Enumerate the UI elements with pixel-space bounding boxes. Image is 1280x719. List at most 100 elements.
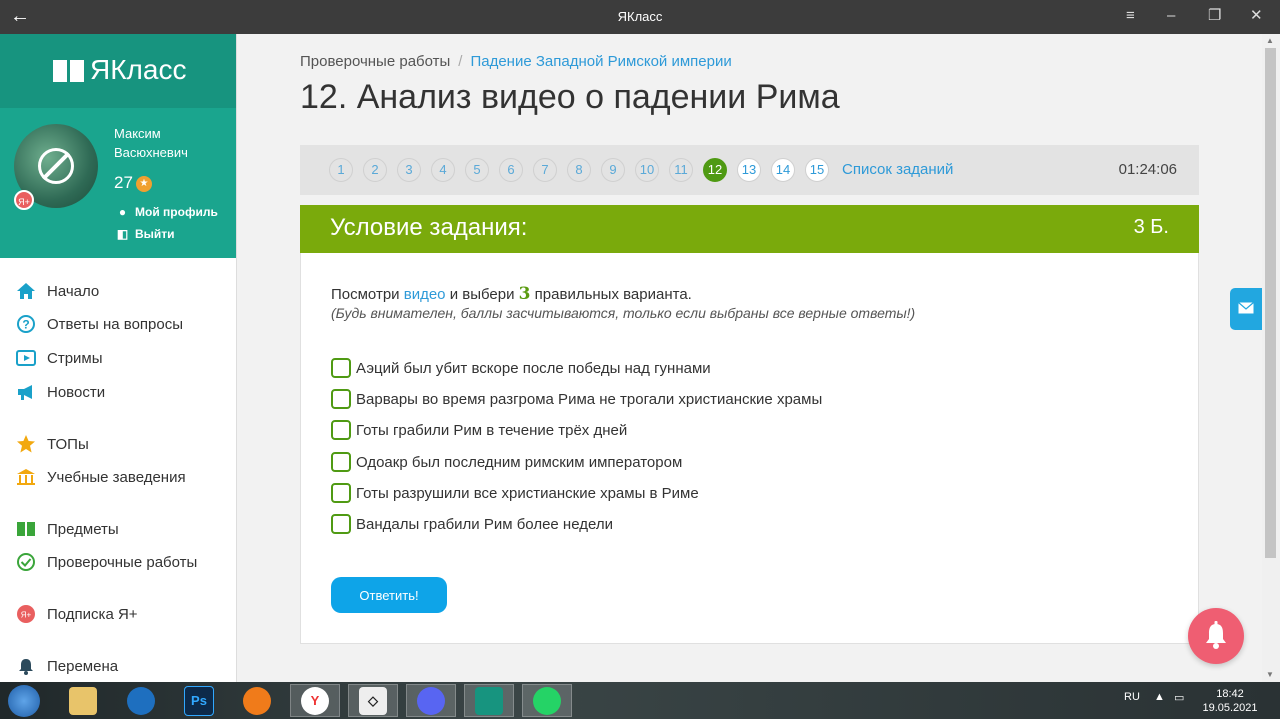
task-number-13[interactable]: 13 <box>737 158 761 182</box>
task-number-8[interactable]: 8 <box>567 158 591 182</box>
task-number-15[interactable]: 15 <box>805 158 829 182</box>
question-mid: и выбери <box>449 286 515 303</box>
checkbox[interactable] <box>331 483 351 503</box>
task-list-link[interactable]: Список заданий <box>842 161 953 178</box>
answer-option-5[interactable]: Готы разрушили все христианские храмы в … <box>331 483 699 503</box>
menu-icon[interactable]: ≡ <box>1126 6 1135 26</box>
yandex-app[interactable]: Y <box>290 684 340 717</box>
points-value: 27 <box>114 173 133 192</box>
task-number-5[interactable]: 5 <box>465 158 489 182</box>
envelope-icon <box>1238 302 1254 314</box>
logout-link[interactable]: ◧ Выйти <box>116 227 175 241</box>
sidebar-item-tops[interactable]: ТОПы <box>16 432 89 456</box>
sidebar-item-label: Учебные заведения <box>47 468 186 486</box>
sidebar-item-streams[interactable]: Стримы <box>16 346 103 370</box>
answer-option-2[interactable]: Варвары во время разгрома Рима не трогал… <box>331 389 822 409</box>
answer-option-4[interactable]: Одоакр был последним римским императором <box>331 452 682 472</box>
discord-app[interactable] <box>406 684 456 717</box>
user-first-name: Максим <box>114 126 161 141</box>
task-number-11[interactable]: 11 <box>669 158 693 182</box>
answer-option-1[interactable]: Аэций был убит вскоре после победы над г… <box>331 358 711 378</box>
answer-option-6[interactable]: Вандалы грабили Рим более недели <box>331 514 613 534</box>
window-titlebar: ← ЯКласс ≡ – ❐ ✕ <box>0 0 1280 34</box>
sidebar-item-label: Ответы на вопросы <box>47 315 184 333</box>
sidebar-item-subscription[interactable]: Я+ Подписка Я+ <box>16 602 138 626</box>
user-last-name: Васюхневич <box>114 145 188 160</box>
ya-plus-badge: Я+ <box>14 190 34 210</box>
megaphone-icon <box>16 382 36 402</box>
sidebar-item-news[interactable]: Новости <box>16 380 105 404</box>
logout-icon: ◧ <box>116 227 129 241</box>
my-profile-link[interactable]: ● Мой профиль <box>116 205 218 219</box>
task-number-1[interactable]: 1 <box>329 158 353 182</box>
checkbox[interactable] <box>331 514 351 534</box>
logo[interactable]: ЯКласс <box>0 34 236 108</box>
network-app[interactable] <box>116 684 166 717</box>
task-number-3[interactable]: 3 <box>397 158 421 182</box>
task-number-6[interactable]: 6 <box>499 158 523 182</box>
sidebar-item-home[interactable]: Начало <box>16 279 99 303</box>
sidebar: ЯКласс Я+ Максим Васюхневич 27 ★ ● Мой про… <box>0 34 237 682</box>
language-indicator[interactable]: RU <box>1124 691 1140 703</box>
explorer-app[interactable] <box>58 684 108 717</box>
task-number-4[interactable]: 4 <box>431 158 455 182</box>
sidebar-item-tests[interactable]: Проверочные работы <box>16 550 197 574</box>
whatsapp-app[interactable] <box>522 684 572 717</box>
tray-expand-icon[interactable]: ▲ <box>1154 691 1165 703</box>
photoshop-icon: Ps <box>184 685 214 716</box>
clock[interactable]: 18:42 19.05.2021 <box>1190 687 1270 715</box>
sidebar-item-label: Подписка Я+ <box>47 605 138 623</box>
task-number-2[interactable]: 2 <box>363 158 387 182</box>
sidebar-item-answers[interactable]: ? Ответы на вопросы <box>16 312 183 336</box>
os-taskbar: Ps Y ◇ RU ▲ ▭ 18:42 19.05.2021 <box>0 682 1280 719</box>
question-hint: (Будь внимателен, баллы засчитываются, т… <box>331 305 916 321</box>
bell-icon <box>1206 621 1226 649</box>
main-content: Проверочные работы / Падение Западной Римс… <box>237 34 1262 682</box>
task-number-10[interactable]: 10 <box>635 158 659 182</box>
task-number-9[interactable]: 9 <box>601 158 625 182</box>
video-link[interactable]: видео <box>404 286 446 303</box>
minimize-icon[interactable]: – <box>1167 6 1175 26</box>
question-text: Посмотри видео и выбери 3 правильных вар… <box>331 284 692 304</box>
sidebar-item-break[interactable]: Перемена <box>16 654 118 678</box>
restore-icon[interactable]: ❐ <box>1208 6 1221 26</box>
network-icon <box>127 686 155 715</box>
answer-option-label: Готы грабили Рим в течение трёх дней <box>356 421 628 439</box>
scrollbar-thumb[interactable] <box>1265 48 1276 558</box>
task-number-12[interactable]: 12 <box>703 158 727 182</box>
breadcrumb-root[interactable]: Проверочные работы <box>300 53 450 70</box>
sidebar-item-subjects[interactable]: Предметы <box>16 517 119 541</box>
school-icon <box>16 467 36 487</box>
close-icon[interactable]: ✕ <box>1250 6 1263 26</box>
task-number-14[interactable]: 14 <box>771 158 795 182</box>
home-icon <box>16 281 36 301</box>
breadcrumb-separator: / <box>458 53 463 70</box>
checkbox[interactable] <box>331 358 351 378</box>
task-number-7[interactable]: 7 <box>533 158 557 182</box>
scroll-up-icon[interactable]: ▲ <box>1266 36 1274 45</box>
network-tray-icon[interactable]: ▭ <box>1174 691 1184 704</box>
notification-bell-button[interactable] <box>1188 608 1244 664</box>
answer-count: 3 <box>518 284 531 304</box>
books-icon <box>16 519 36 539</box>
feedback-mail-button[interactable] <box>1230 288 1262 330</box>
photoshop-app[interactable]: Ps <box>174 684 224 717</box>
user-icon: ● <box>118 205 127 219</box>
user-points: 27 ★ <box>114 173 152 193</box>
checkbox[interactable] <box>331 389 351 409</box>
headphones-app[interactable] <box>232 684 282 717</box>
unity-app[interactable]: ◇ <box>348 684 398 717</box>
page-title: 12. Анализ видео о падении Рима <box>300 78 840 116</box>
yaklass-icon <box>475 686 503 715</box>
submit-answer-button[interactable]: Ответить! <box>331 577 447 613</box>
scrollbar[interactable]: ▲ ▼ <box>1262 34 1280 682</box>
sidebar-item-schools[interactable]: Учебные заведения <box>16 465 186 489</box>
start-button[interactable] <box>8 685 40 717</box>
checkbox[interactable] <box>331 420 351 440</box>
breadcrumb-current[interactable]: Падение Западной Римской империи <box>470 53 731 70</box>
answer-option-3[interactable]: Готы грабили Рим в течение трёх дней <box>331 420 627 440</box>
yaklass-app[interactable] <box>464 684 514 717</box>
checkbox[interactable] <box>331 452 351 472</box>
my-profile-label: Мой профиль <box>135 205 218 219</box>
scroll-down-icon[interactable]: ▼ <box>1266 670 1274 679</box>
